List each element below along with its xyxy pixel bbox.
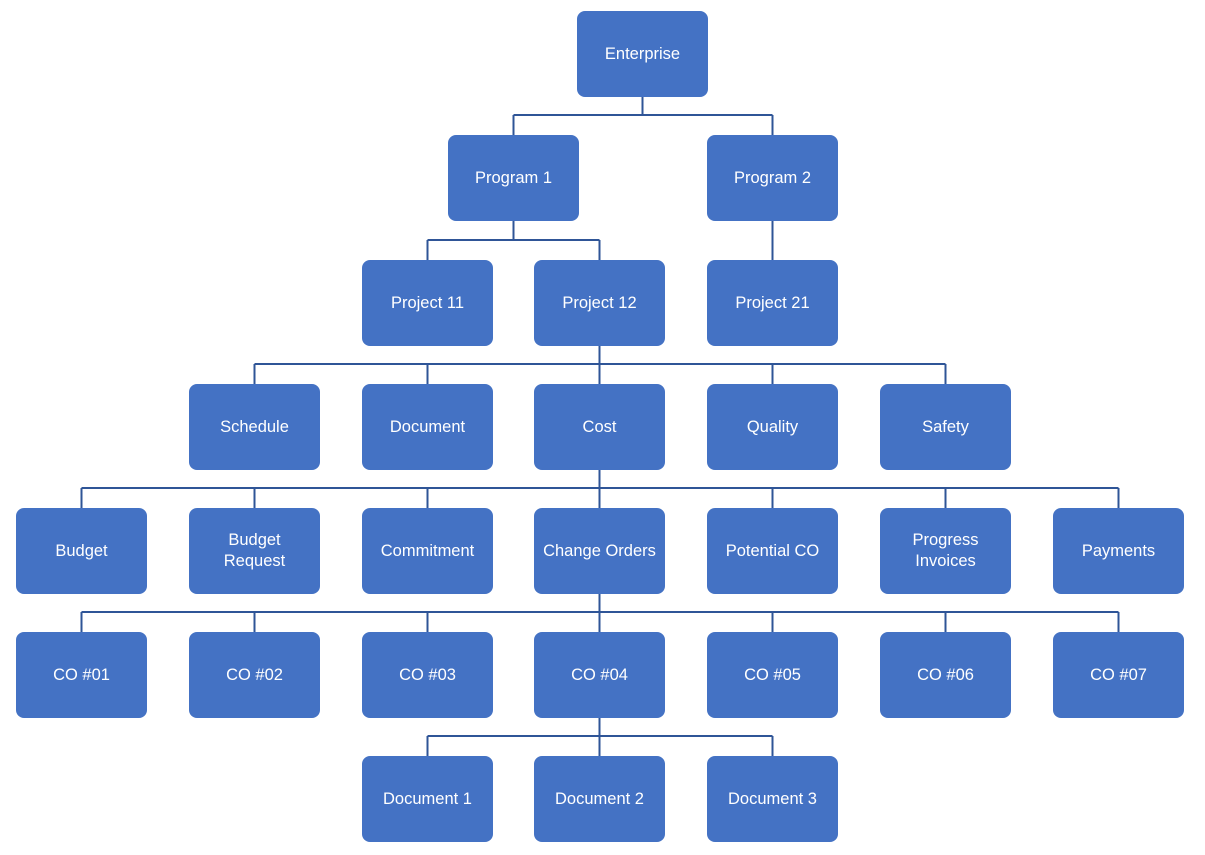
node-document[interactable]: Document [362, 384, 493, 470]
node-schedule[interactable]: Schedule [189, 384, 320, 470]
node-label: Enterprise [604, 44, 681, 63]
node-safety[interactable]: Safety [880, 384, 1011, 470]
node-project-11[interactable]: Project 11 [362, 260, 493, 346]
node-commitment[interactable]: Commitment [362, 508, 493, 594]
node-label: CO #04 [571, 665, 628, 684]
node-label: Budget [55, 541, 108, 560]
node-project-12[interactable]: Project 12 [534, 260, 665, 346]
node-project-21[interactable]: Project 21 [707, 260, 838, 346]
connector-project-12 [253, 346, 947, 384]
node-label: Document 1 [383, 789, 472, 808]
node-label: Budget Request [223, 531, 286, 570]
node-co-05[interactable]: CO #05 [707, 632, 838, 718]
node-change-orders[interactable]: Change Orders [534, 508, 665, 594]
node-quality[interactable]: Quality [707, 384, 838, 470]
org-chart: Enterprise Program 1 Program 2 Project 11 Pr… [0, 0, 1205, 855]
node-label: Quality [746, 417, 799, 436]
node-label: Project 11 [390, 293, 465, 312]
node-budget-request[interactable]: Budget Request [189, 508, 320, 594]
node-program-2[interactable]: Program 2 [707, 135, 838, 221]
node-document-2[interactable]: Document 2 [534, 756, 665, 842]
node-payments[interactable]: Payments [1053, 508, 1184, 594]
node-cost[interactable]: Cost [534, 384, 665, 470]
node-co-06[interactable]: CO #06 [880, 632, 1011, 718]
node-label: CO #01 [53, 665, 110, 684]
node-label: Document 2 [555, 789, 644, 808]
node-progress-invoices[interactable]: Progress Invoices [880, 508, 1011, 594]
node-co-02[interactable]: CO #02 [189, 632, 320, 718]
node-enterprise[interactable]: Enterprise [577, 11, 708, 97]
connector-program-1 [426, 221, 601, 260]
node-label: Project 21 [735, 293, 810, 312]
node-document-3[interactable]: Document 3 [707, 756, 838, 842]
node-co-04[interactable]: CO #04 [534, 632, 665, 718]
node-label: Progress Invoices [912, 531, 979, 570]
node-label: Document 3 [728, 789, 817, 808]
connector-co-04 [426, 718, 774, 756]
node-label: Program 2 [733, 168, 812, 187]
node-label: CO #03 [399, 665, 456, 684]
node-program-1[interactable]: Program 1 [448, 135, 579, 221]
node-co-01[interactable]: CO #01 [16, 632, 147, 718]
node-label: Program 1 [474, 168, 553, 187]
node-label: CO #02 [226, 665, 283, 684]
node-potential-co[interactable]: Potential CO [707, 508, 838, 594]
node-label: Document [389, 417, 466, 436]
node-label: Safety [922, 417, 969, 436]
node-budget[interactable]: Budget [16, 508, 147, 594]
node-co-07[interactable]: CO #07 [1053, 632, 1184, 718]
node-label: CO #05 [744, 665, 801, 684]
node-label: Commitment [380, 541, 475, 560]
node-label: Change Orders [543, 541, 656, 560]
connector-change-orders [80, 594, 1120, 632]
node-label: Payments [1081, 541, 1156, 560]
node-document-1[interactable]: Document 1 [362, 756, 493, 842]
connector-cost [80, 470, 1120, 508]
connector-enterprise [512, 97, 774, 135]
node-label: Project 12 [562, 293, 637, 312]
node-label: Cost [582, 417, 617, 436]
node-label: Schedule [220, 417, 289, 436]
node-co-03[interactable]: CO #03 [362, 632, 493, 718]
node-label: CO #07 [1090, 665, 1147, 684]
node-label: CO #06 [917, 665, 974, 684]
node-label: Potential CO [725, 541, 820, 560]
